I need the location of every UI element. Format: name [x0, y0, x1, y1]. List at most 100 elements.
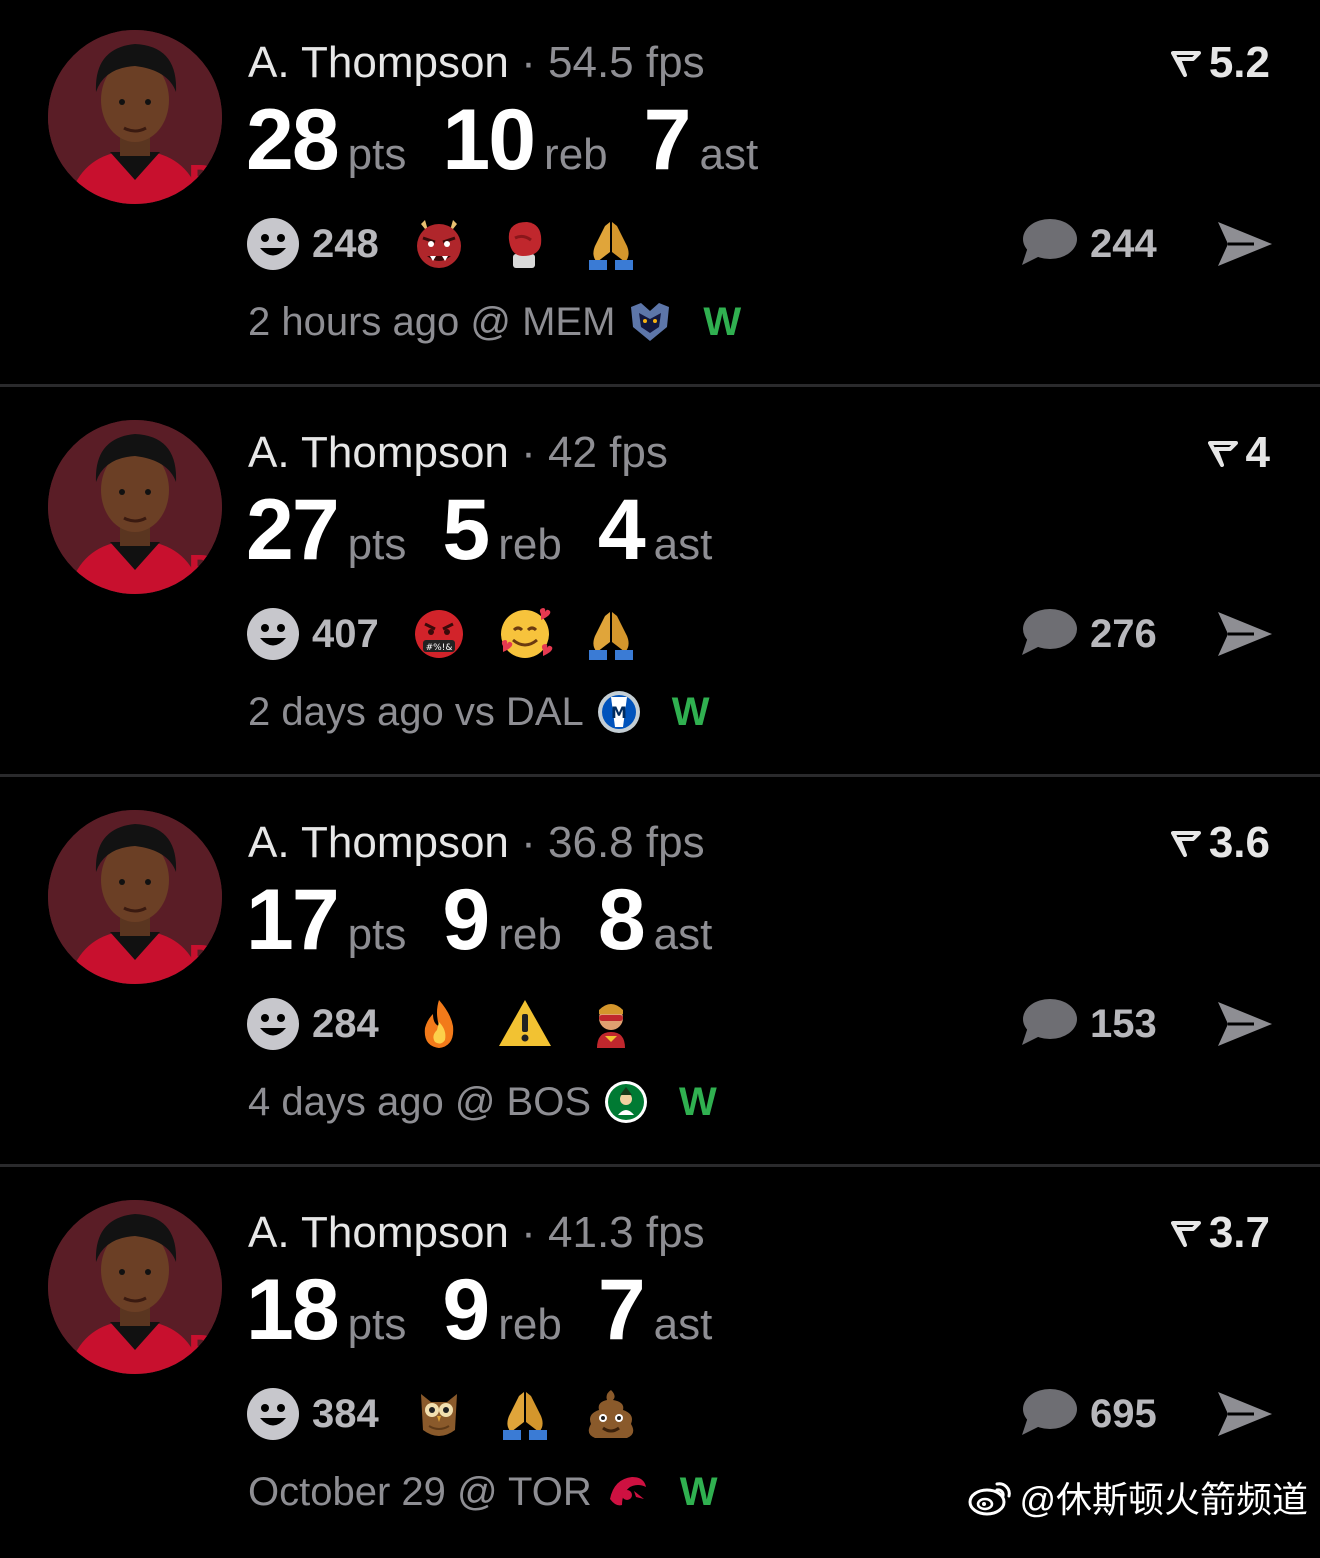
superhero-emoji[interactable]: [583, 996, 639, 1052]
game-card[interactable]: R A. Thompson · 54.5 fps 5.2 28 pts 10 reb 7…: [0, 0, 1320, 388]
player-name[interactable]: A. Thompson: [248, 1208, 509, 1257]
owl-emoji[interactable]: [411, 1386, 467, 1442]
comment-count: 153: [1090, 1001, 1157, 1046]
reactions-bar: 407 #%!&: [246, 606, 669, 662]
points-value: 28: [246, 92, 340, 188]
comment-bubble-icon: [1020, 607, 1078, 662]
raptors-logo: [604, 1469, 650, 1515]
boxing-glove-emoji[interactable]: [497, 216, 553, 272]
player-name[interactable]: A. Thompson: [248, 818, 509, 867]
share-send-icon[interactable]: [1214, 608, 1274, 660]
share-send-icon[interactable]: [1214, 998, 1274, 1050]
player-avatar[interactable]: R: [48, 810, 222, 984]
game-card[interactable]: R A. Thompson · 42 fps 4 27 pts 5 reb 4 ast 4…: [0, 390, 1320, 778]
svg-text:#%!&: #%!&: [425, 643, 452, 653]
assists-value: 4: [597, 482, 646, 578]
game-info: October 29 @ TOR: [248, 1469, 592, 1514]
stat-line: 18 pts 9 reb 7 ast: [246, 1260, 748, 1360]
game-info: 2 days ago vs DAL: [248, 689, 584, 734]
player-avatar[interactable]: R: [48, 30, 222, 204]
smiling-face-with-hearts-emoji[interactable]: [497, 606, 553, 662]
react-smile-icon[interactable]: [246, 217, 300, 271]
game-result: W: [679, 1079, 717, 1124]
rating-icon: [1207, 430, 1238, 480]
card-divider: [0, 774, 1320, 777]
fantasy-points: 42 fps: [548, 428, 668, 477]
cursing-face-emoji[interactable]: #%!&: [411, 606, 467, 662]
grizzlies-logo: [627, 299, 673, 345]
fantasy-points: 54.5 fps: [548, 38, 705, 87]
comments-button[interactable]: 695: [1020, 1386, 1157, 1442]
rating: 4: [1207, 428, 1270, 480]
folded-hands-emoji[interactable]: [497, 1386, 553, 1442]
rating: 3.7: [1170, 1208, 1270, 1260]
rebounds-label: reb: [498, 520, 562, 569]
points-label: pts: [347, 910, 407, 959]
warning-emoji[interactable]: [497, 996, 553, 1052]
game-meta: October 29 @ TOR W: [248, 1466, 717, 1518]
react-smile-icon[interactable]: [246, 607, 300, 661]
player-avatar[interactable]: R: [48, 1200, 222, 1374]
comment-bubble-icon: [1020, 997, 1078, 1052]
player-name[interactable]: A. Thompson: [248, 428, 509, 477]
assists-label: ast: [653, 520, 713, 569]
rebounds-label: reb: [544, 130, 608, 179]
assists-label: ast: [653, 910, 713, 959]
stat-line: 27 pts 5 reb 4 ast: [246, 480, 748, 580]
rating-value: 4: [1245, 428, 1270, 477]
rating-value: 3.6: [1208, 818, 1270, 867]
reaction-count: 248: [312, 221, 379, 266]
svg-text:M: M: [611, 703, 627, 722]
rebounds-value: 9: [442, 1262, 490, 1358]
fantasy-points: 41.3 fps: [548, 1208, 705, 1257]
rating-icon: [1170, 820, 1201, 870]
share-send-icon[interactable]: [1214, 218, 1274, 270]
rating: 3.6: [1170, 818, 1270, 870]
rating-icon: [1170, 1210, 1201, 1260]
points-label: pts: [347, 520, 407, 569]
rebounds-label: reb: [498, 910, 562, 959]
react-smile-icon[interactable]: [246, 1387, 300, 1441]
rating-value: 5.2: [1208, 38, 1270, 87]
game-meta: 2 days ago vs DAL M W: [248, 686, 710, 738]
player-avatar[interactable]: R: [48, 420, 222, 594]
comments-button[interactable]: 276: [1020, 606, 1157, 662]
folded-hands-emoji[interactable]: [583, 606, 639, 662]
card-divider: [0, 1164, 1320, 1167]
fire-emoji[interactable]: [411, 996, 467, 1052]
rebounds-value: 5: [442, 482, 490, 578]
comments-button[interactable]: 244: [1020, 216, 1157, 272]
comment-bubble-icon: [1020, 1387, 1078, 1442]
reaction-count: 284: [312, 1001, 379, 1046]
points-value: 17: [246, 872, 340, 968]
game-meta: 4 days ago @ BOS W: [248, 1076, 717, 1128]
folded-hands-emoji[interactable]: [583, 216, 639, 272]
card-title: A. Thompson · 42 fps: [248, 428, 668, 478]
game-result: W: [679, 1469, 718, 1514]
rating-icon: [1170, 40, 1201, 90]
weibo-icon: [968, 1482, 1012, 1516]
svg-text:R: R: [188, 939, 214, 979]
comment-count: 244: [1090, 221, 1157, 266]
ogre-emoji[interactable]: [411, 216, 467, 272]
mavericks-logo: M: [596, 689, 642, 735]
assists-value: 8: [597, 872, 646, 968]
game-info: 2 hours ago @ MEM: [248, 299, 616, 344]
comment-count: 276: [1090, 611, 1157, 656]
game-card[interactable]: R A. Thompson · 36.8 fps 3.6 17 pts 9 reb 8 a…: [0, 780, 1320, 1168]
assists-label: ast: [653, 1300, 713, 1349]
game-result: W: [703, 299, 742, 344]
react-smile-icon[interactable]: [246, 997, 300, 1051]
rating: 5.2: [1170, 38, 1270, 90]
pile-of-poo-emoji[interactable]: [583, 1386, 639, 1442]
share-send-icon[interactable]: [1214, 1388, 1274, 1440]
comment-bubble-icon: [1020, 217, 1078, 272]
comments-button[interactable]: 153: [1020, 996, 1157, 1052]
rebounds-value: 10: [442, 92, 536, 188]
watermark-text: @休斯顿火箭频道: [1019, 1479, 1308, 1520]
comment-count: 695: [1090, 1391, 1157, 1436]
reactions-bar: 248: [246, 216, 669, 272]
title-separator: ·: [521, 818, 536, 867]
player-name[interactable]: A. Thompson: [248, 38, 509, 87]
assists-value: 7: [597, 1262, 646, 1358]
